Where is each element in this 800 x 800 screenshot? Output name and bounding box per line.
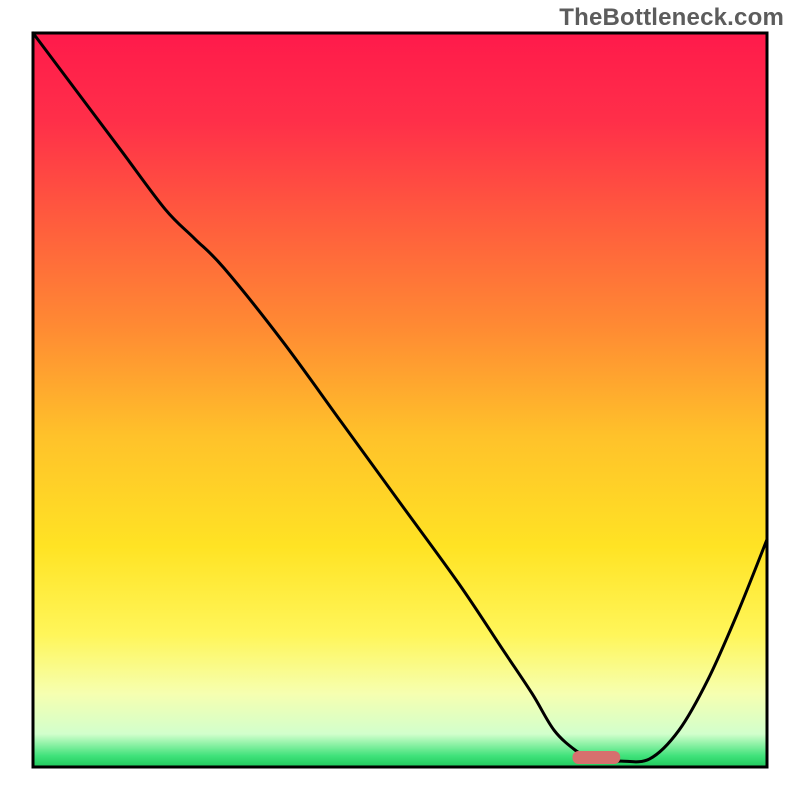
optimal-marker (572, 751, 620, 764)
bottleneck-chart (0, 0, 800, 800)
chart-container: TheBottleneck.com (0, 0, 800, 800)
plot-background (33, 33, 767, 767)
